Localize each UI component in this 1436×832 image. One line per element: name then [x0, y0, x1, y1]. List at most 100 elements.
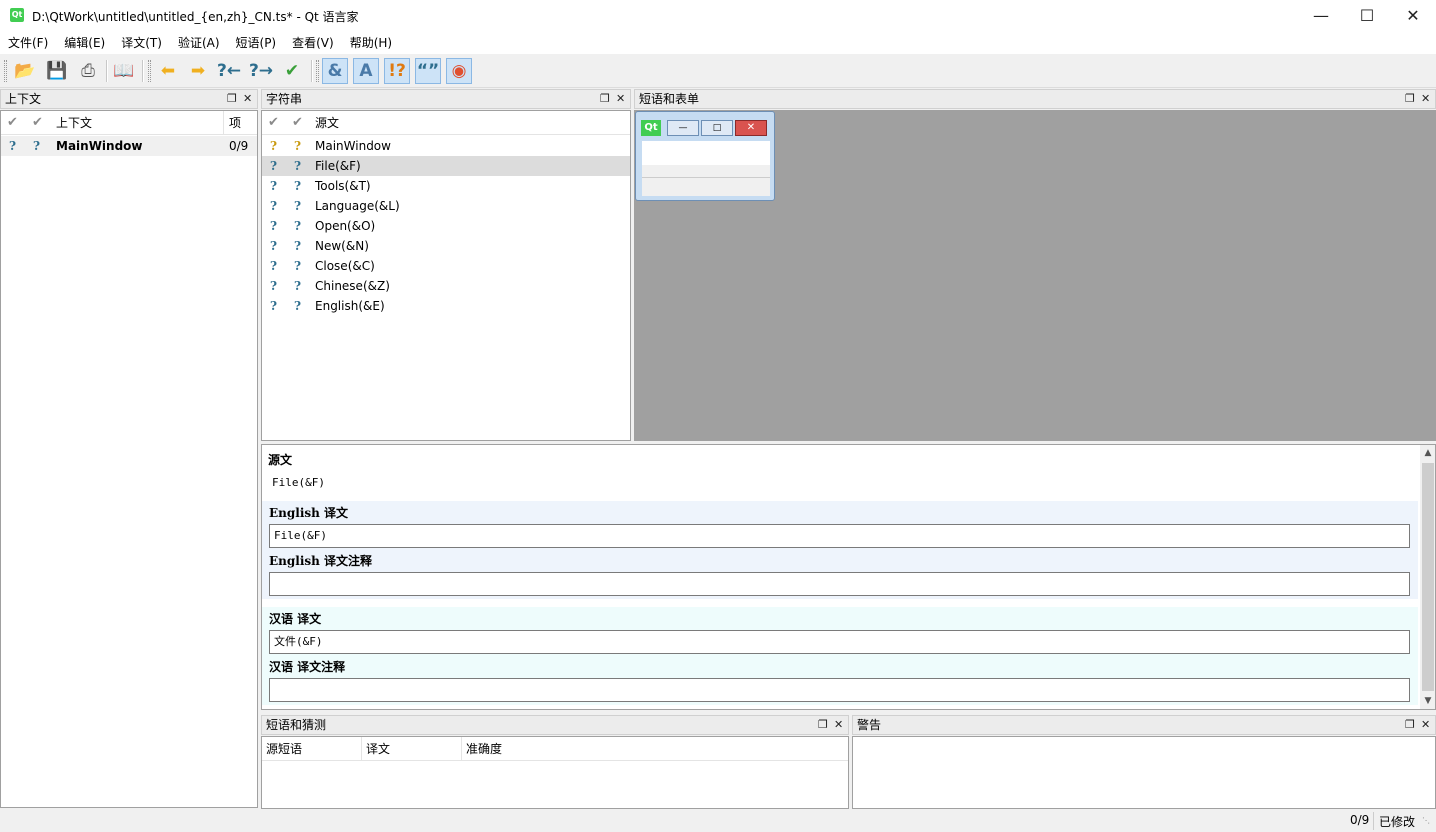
- column-header-context[interactable]: 上下文: [56, 111, 92, 135]
- punctuation-validation-icon[interactable]: !?: [384, 58, 410, 84]
- chinese-comment-input[interactable]: [269, 678, 1410, 702]
- context-count: 0/9: [229, 139, 249, 153]
- string-row[interactable]: ?? Chinese(&Z): [262, 276, 630, 296]
- float-icon[interactable]: ❐: [600, 90, 610, 108]
- float-icon[interactable]: ❐: [227, 90, 237, 108]
- unfinished-icon: ?: [294, 279, 302, 293]
- save-icon[interactable]: 💾: [44, 58, 70, 84]
- prev-unfinished-icon[interactable]: ?←: [216, 58, 242, 84]
- minimize-icon[interactable]: —: [667, 120, 699, 136]
- menu-phrases[interactable]: 短语(P): [228, 32, 285, 54]
- obsolete-icon: ?: [270, 139, 278, 153]
- phrase-matches-icon[interactable]: “”: [415, 58, 441, 84]
- string-row[interactable]: ?? Language(&L): [262, 196, 630, 216]
- window-title: D:\QtWork\untitled\untitled_{en,zh}_CN.t…: [32, 10, 359, 24]
- status-bar: 0/9 已修改 ⋱: [0, 810, 1436, 832]
- check-icon: ✔: [268, 115, 279, 130]
- string-row[interactable]: ?? New(&N): [262, 236, 630, 256]
- column-divider: [223, 111, 224, 135]
- column-header-items[interactable]: 项: [229, 111, 241, 135]
- strings-list-header: ✔ ✔ 源文: [262, 111, 630, 135]
- string-source: New(&N): [315, 239, 369, 253]
- unfinished-icon: ?: [270, 239, 278, 253]
- menu-help[interactable]: 帮助(H): [342, 32, 400, 54]
- minimize-icon[interactable]: —: [1298, 0, 1344, 32]
- string-row[interactable]: ?? Close(&C): [262, 256, 630, 276]
- next-icon[interactable]: ➡: [185, 58, 211, 84]
- close-icon[interactable]: ✕: [1390, 0, 1436, 32]
- close-icon[interactable]: ✕: [243, 90, 252, 108]
- warnings-list[interactable]: [852, 736, 1436, 809]
- english-section: English 译文 File(&F) English 译文注释: [262, 501, 1418, 599]
- close-icon[interactable]: ✕: [616, 90, 625, 108]
- form-preview-window[interactable]: Qt — □ ✕: [635, 111, 775, 201]
- menu-file[interactable]: 文件(F): [0, 32, 56, 54]
- close-icon[interactable]: ✕: [1421, 90, 1430, 108]
- qt-logo-icon: Qt: [641, 120, 661, 136]
- phrases-list[interactable]: 源短语 译文 准确度: [261, 736, 849, 809]
- placemarker-validation-icon[interactable]: ◉: [446, 58, 472, 84]
- accelerator-validation-icon[interactable]: &: [322, 58, 348, 84]
- column-divider: [461, 737, 462, 761]
- unfinished-icon: ?: [270, 259, 278, 273]
- string-source: MainWindow: [315, 139, 391, 153]
- status-progress: 0/9: [1350, 813, 1370, 827]
- surrounding-whitespace-icon[interactable]: A: [353, 58, 379, 84]
- unfinished-icon: ?: [270, 299, 278, 313]
- forms-dock-title: 短语和表单 ❐ ✕: [634, 89, 1436, 109]
- prev-icon[interactable]: ⬅: [155, 58, 181, 84]
- close-icon[interactable]: ✕: [834, 716, 843, 734]
- float-icon[interactable]: ❐: [1405, 90, 1415, 108]
- menu-view[interactable]: 查看(V): [284, 32, 342, 54]
- string-source: Chinese(&Z): [315, 279, 390, 293]
- phrasebook-icon[interactable]: 📖: [111, 58, 137, 84]
- string-source: Open(&O): [315, 219, 376, 233]
- resize-grip-icon[interactable]: ⋱: [1422, 816, 1430, 825]
- maximize-icon[interactable]: ☐: [1344, 0, 1390, 32]
- string-row[interactable]: ?? File(&F): [262, 156, 630, 176]
- phrases-dock-label: 短语和猜测: [266, 718, 327, 732]
- menu-validation[interactable]: 验证(A): [170, 32, 228, 54]
- maximize-icon[interactable]: □: [701, 120, 733, 136]
- scroll-down-icon[interactable]: ▼: [1420, 693, 1435, 709]
- column-header-source[interactable]: 源文: [315, 111, 339, 135]
- float-icon[interactable]: ❐: [1405, 716, 1415, 734]
- forms-dock: 短语和表单 ❐ ✕ Qt — □ ✕: [634, 89, 1436, 441]
- warnings-dock-label: 警告: [857, 718, 882, 732]
- next-unfinished-icon[interactable]: ?→: [248, 58, 274, 84]
- close-icon[interactable]: ✕: [735, 120, 767, 136]
- menu-translation[interactable]: 译文(T): [113, 32, 170, 54]
- print-icon[interactable]: ⎙: [75, 58, 101, 84]
- done-next-icon[interactable]: ✔: [279, 58, 305, 84]
- chinese-translation-input[interactable]: 文件(&F): [269, 630, 1410, 654]
- float-icon[interactable]: ❐: [818, 716, 828, 734]
- english-comment-input[interactable]: [269, 572, 1410, 596]
- column-header-accuracy[interactable]: 准确度: [466, 737, 502, 761]
- string-row[interactable]: ?? Tools(&T): [262, 176, 630, 196]
- check-icon: ✔: [7, 115, 18, 130]
- string-row[interactable]: ?? English(&E): [262, 296, 630, 316]
- column-header-source-phrase[interactable]: 源短语: [266, 737, 302, 761]
- strings-list[interactable]: ✔ ✔ 源文 ?? MainWindow ?? File(&F)?? Tools(&T)…: [261, 110, 631, 441]
- close-icon[interactable]: ✕: [1421, 716, 1430, 734]
- chinese-comment-label: 汉语 译文注释: [269, 660, 346, 674]
- context-list-header: ✔ ✔ 上下文 项: [1, 111, 257, 135]
- english-translation-input[interactable]: File(&F): [269, 524, 1410, 548]
- toolbar-grip[interactable]: [316, 60, 319, 82]
- strings-dock-label: 字符串: [266, 92, 303, 106]
- warnings-dock-title: 警告 ❐ ✕: [852, 715, 1436, 735]
- toolbar: 📂 💾 ⎙ 📖 ⬅ ➡ ?← ?→ ✔ & A !? “” ◉: [0, 54, 1436, 88]
- context-list[interactable]: ✔ ✔ 上下文 项 ? ? MainWindow 0/9: [0, 110, 258, 808]
- toolbar-grip[interactable]: [4, 60, 7, 82]
- string-row[interactable]: ?? Open(&O): [262, 216, 630, 236]
- source-text: File(&F): [272, 476, 325, 489]
- column-header-translation[interactable]: 译文: [366, 737, 390, 761]
- toolbar-grip[interactable]: [148, 60, 151, 82]
- unfinished-icon: ?: [294, 299, 302, 313]
- context-row[interactable]: ? ? MainWindow 0/9: [1, 136, 257, 156]
- open-folder-icon[interactable]: 📂: [12, 58, 38, 84]
- string-row[interactable]: ?? MainWindow: [262, 136, 630, 156]
- unfinished-icon: ?: [294, 159, 302, 173]
- menu-edit[interactable]: 编辑(E): [56, 32, 113, 54]
- forms-dock-label: 短语和表单: [639, 92, 700, 106]
